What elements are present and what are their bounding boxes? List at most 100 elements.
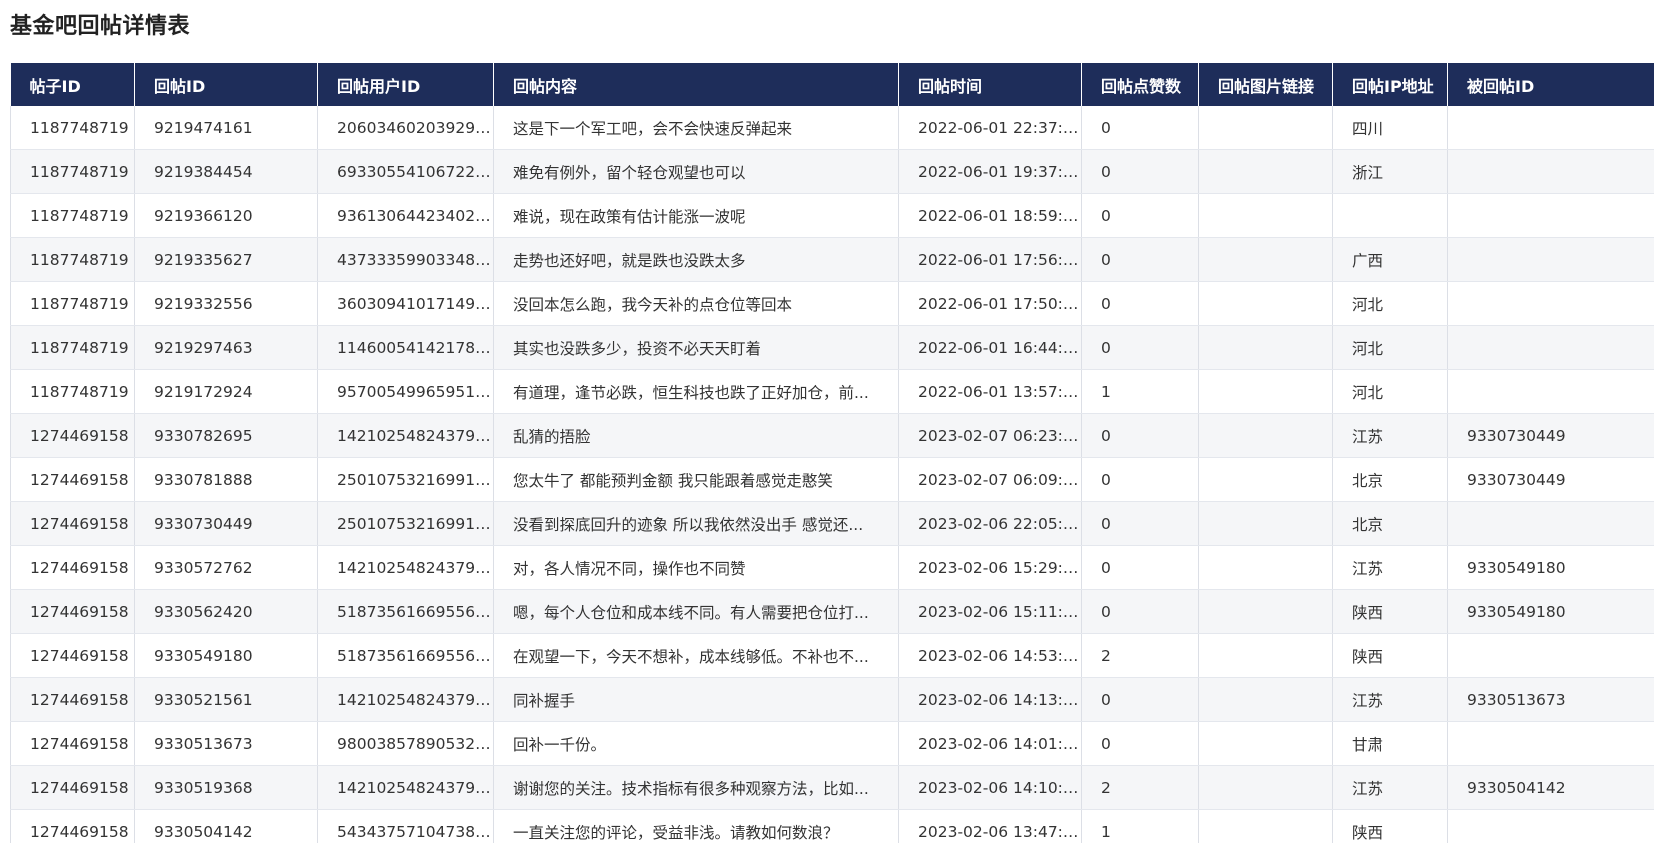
- table-row[interactable]: 1187748719 9219297463 1146005414217840 其实也没…: [10, 325, 1654, 370]
- cell-reply-user-id: 9800385789053230: [317, 721, 494, 766]
- cell-reply-content: 同补握手: [493, 677, 899, 722]
- table-row[interactable]: 1187748719 9219366120 9361306442340236 难说，现…: [10, 193, 1654, 238]
- cell-reply-time: 2023-02-06 13:47:08: [898, 809, 1082, 843]
- header-reply-id[interactable]: 回帖ID: [134, 63, 318, 106]
- table-row[interactable]: 1274469158 9330504142 5434375710473866 一直关注…: [10, 809, 1654, 843]
- cell-reply-content: 难免有例外，留个轻仓观望也可以: [493, 149, 899, 194]
- reply-table-container[interactable]: 帖子ID 回帖ID 回帖用户ID 回帖内容 回帖时间 回帖点赞数 回帖图片链接 …: [10, 63, 1654, 843]
- table-row[interactable]: 1274469158 9330781888 2501075321699174 您太牛了…: [10, 457, 1654, 502]
- cell-reply-ip: [1332, 193, 1448, 238]
- cell-reply-id: 9219172924: [134, 369, 318, 414]
- header-reply-image-link[interactable]: 回帖图片链接: [1198, 63, 1333, 106]
- table-row[interactable]: 1187748719 9219474161 2060346020392996 这是下一…: [10, 106, 1654, 150]
- header-replied-to-id[interactable]: 被回帖ID: [1447, 63, 1654, 106]
- cell-reply-ip: 江苏: [1332, 677, 1448, 722]
- cell-replied-to-id: 9330513673: [1447, 677, 1654, 722]
- cell-reply-image-link: [1198, 457, 1333, 502]
- cell-reply-id: 9330730449: [134, 501, 318, 546]
- header-row: 帖子ID 回帖ID 回帖用户ID 回帖内容 回帖时间 回帖点赞数 回帖图片链接 …: [10, 63, 1654, 106]
- header-post-id[interactable]: 帖子ID: [10, 63, 135, 106]
- cell-post-id: 1187748719: [10, 106, 135, 150]
- cell-reply-ip: 河北: [1332, 369, 1448, 414]
- table-row[interactable]: 1274469158 9330519368 1421025482437932 谢谢您的…: [10, 765, 1654, 810]
- cell-reply-content: 乱猜的捂脸: [493, 413, 899, 458]
- cell-reply-id: 9330513673: [134, 721, 318, 766]
- cell-reply-image-link: [1198, 237, 1333, 282]
- cell-reply-ip: 江苏: [1332, 765, 1448, 810]
- cell-post-id: 1187748719: [10, 369, 135, 414]
- cell-reply-time: 2023-02-06 14:53:22: [898, 633, 1082, 678]
- cell-replied-to-id: [1447, 809, 1654, 843]
- header-reply-user-id[interactable]: 回帖用户ID: [317, 63, 494, 106]
- cell-reply-id: 9219474161: [134, 106, 318, 150]
- header-reply-content[interactable]: 回帖内容: [493, 63, 899, 106]
- cell-reply-likes: 0: [1081, 721, 1199, 766]
- cell-post-id: 1274469158: [10, 765, 135, 810]
- cell-reply-likes: 1: [1081, 369, 1199, 414]
- cell-reply-likes: 0: [1081, 193, 1199, 238]
- cell-reply-time: 2022-06-01 22:37:19: [898, 106, 1082, 150]
- cell-reply-ip: 广西: [1332, 237, 1448, 282]
- cell-reply-id: 9219384454: [134, 149, 318, 194]
- cell-reply-likes: 0: [1081, 413, 1199, 458]
- table-row[interactable]: 1187748719 9219384454 6933055410672222 难免有例…: [10, 149, 1654, 194]
- cell-reply-likes: 0: [1081, 149, 1199, 194]
- header-reply-time[interactable]: 回帖时间: [898, 63, 1082, 106]
- table-row[interactable]: 1274469158 9330730449 2501075321699174 没看到探…: [10, 501, 1654, 546]
- cell-reply-id: 9219297463: [134, 325, 318, 370]
- cell-reply-user-id: 1421025482437932: [317, 677, 494, 722]
- header-reply-likes[interactable]: 回帖点赞数: [1081, 63, 1199, 106]
- cell-reply-ip: 陕西: [1332, 633, 1448, 678]
- table-row[interactable]: 1274469158 9330521561 1421025482437932 同补握手…: [10, 677, 1654, 722]
- cell-post-id: 1187748719: [10, 149, 135, 194]
- cell-reply-ip: 陕西: [1332, 589, 1448, 634]
- cell-replied-to-id: 9330549180: [1447, 589, 1654, 634]
- table-row[interactable]: 1274469158 9330572762 1421025482437932 对，各人…: [10, 545, 1654, 590]
- cell-reply-user-id: 9361306442340236: [317, 193, 494, 238]
- cell-reply-ip: 北京: [1332, 457, 1448, 502]
- cell-reply-likes: 0: [1081, 325, 1199, 370]
- header-reply-ip[interactable]: 回帖IP地址: [1332, 63, 1448, 106]
- cell-reply-time: 2023-02-06 15:11:35: [898, 589, 1082, 634]
- table-row[interactable]: 1274469158 9330782695 1421025482437932 乱猜的捂…: [10, 413, 1654, 458]
- cell-reply-content: 这是下一个军工吧，会不会快速反弹起来: [493, 106, 899, 150]
- cell-reply-ip: 浙江: [1332, 149, 1448, 194]
- cell-reply-id: 9219366120: [134, 193, 318, 238]
- table-row[interactable]: 1187748719 9219335627 4373335990334894 走势也还…: [10, 237, 1654, 282]
- table-row[interactable]: 1187748719 9219172924 9570054996595164 有道理，…: [10, 369, 1654, 414]
- cell-reply-image-link: [1198, 633, 1333, 678]
- cell-reply-likes: 2: [1081, 633, 1199, 678]
- cell-replied-to-id: [1447, 501, 1654, 546]
- cell-reply-time: 2022-06-01 18:59:10: [898, 193, 1082, 238]
- cell-post-id: 1274469158: [10, 809, 135, 843]
- cell-reply-image-link: [1198, 721, 1333, 766]
- cell-reply-time: 2023-02-07 06:23:27: [898, 413, 1082, 458]
- cell-post-id: 1274469158: [10, 545, 135, 590]
- table-row[interactable]: 1187748719 9219332556 3603094101714922 没回本怎…: [10, 281, 1654, 326]
- cell-reply-likes: 0: [1081, 589, 1199, 634]
- cell-replied-to-id: [1447, 633, 1654, 678]
- cell-reply-id: 9330504142: [134, 809, 318, 843]
- cell-replied-to-id: [1447, 325, 1654, 370]
- cell-reply-time: 2023-02-06 14:10:23: [898, 765, 1082, 810]
- cell-reply-user-id: 6933055410672222: [317, 149, 494, 194]
- cell-post-id: 1274469158: [10, 589, 135, 634]
- table-row[interactable]: 1274469158 9330513673 9800385789053230 回补一千…: [10, 721, 1654, 766]
- cell-reply-time: 2022-06-01 13:57:44: [898, 369, 1082, 414]
- cell-reply-content: 一直关注您的评论，受益非浅。请教如何数浪？: [493, 809, 899, 843]
- table-row[interactable]: 1274469158 9330549180 5187356166955660 在观望一…: [10, 633, 1654, 678]
- cell-replied-to-id: 9330730449: [1447, 413, 1654, 458]
- cell-reply-ip: 甘肃: [1332, 721, 1448, 766]
- table-header: 帖子ID 回帖ID 回帖用户ID 回帖内容 回帖时间 回帖点赞数 回帖图片链接 …: [10, 63, 1654, 106]
- cell-reply-user-id: 2501075321699174: [317, 501, 494, 546]
- cell-reply-content: 走势也还好吧，就是跌也没跌太多: [493, 237, 899, 282]
- cell-reply-user-id: 1421025482437932: [317, 545, 494, 590]
- cell-reply-image-link: [1198, 106, 1333, 150]
- cell-reply-time: 2023-02-07 06:09:24: [898, 457, 1082, 502]
- cell-reply-user-id: 9570054996595164: [317, 369, 494, 414]
- cell-reply-id: 9330781888: [134, 457, 318, 502]
- cell-reply-content: 谢谢您的关注。技术指标有很多种观察方法，比如...: [493, 765, 899, 810]
- cell-reply-user-id: 1421025482437932: [317, 765, 494, 810]
- table-row[interactable]: 1274469158 9330562420 5187356166955660 嗯，每个…: [10, 589, 1654, 634]
- cell-post-id: 1274469158: [10, 677, 135, 722]
